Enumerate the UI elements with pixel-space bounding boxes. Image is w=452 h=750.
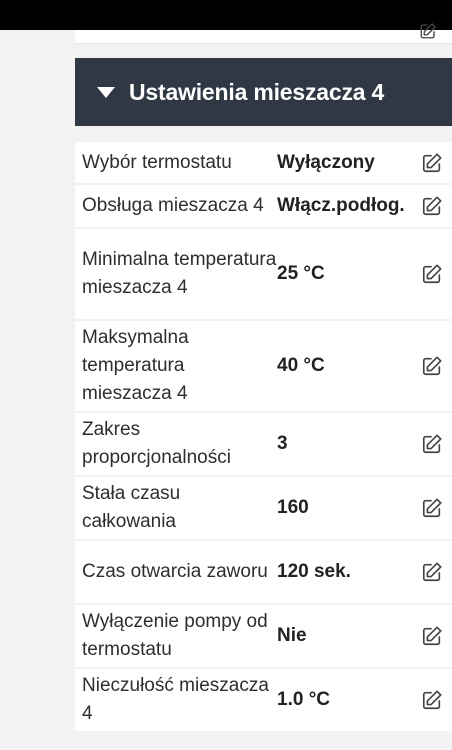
setting-label: Czas otwarcia zaworu: [82, 561, 268, 582]
edit-icon[interactable]: [421, 355, 443, 377]
section-title: Ustawienia mieszacza 4: [129, 78, 385, 105]
setting-value: 3: [277, 433, 288, 454]
setting-value: 1.0 °C: [277, 689, 331, 710]
setting-label: Nieczułość mieszacza 4: [82, 675, 269, 724]
edit-icon[interactable]: [421, 561, 443, 583]
setting-label: Wyłączenie pompy od termostatu: [82, 611, 268, 660]
section-header[interactable]: Ustawienia mieszacza 4: [75, 58, 452, 126]
setting-value: 160: [277, 497, 309, 518]
settings-row: Maksymalna temperatura mieszacza 4 40 °C: [75, 321, 452, 413]
setting-label: Minimalna temperatura mieszacza 4: [82, 249, 277, 298]
setting-label: Maksymalna temperatura mieszacza 4: [82, 327, 189, 404]
setting-value: Wyłączony: [277, 151, 375, 173]
settings-row: Czas otwarcia zaworu 120 sek.: [75, 541, 452, 605]
setting-label: Stała czasu całkowania: [82, 483, 181, 532]
setting-label: Zakres proporcjonalności: [82, 419, 231, 468]
edit-icon[interactable]: [421, 263, 443, 285]
edit-icon[interactable]: [419, 22, 437, 40]
setting-label: Obsługa mieszacza 4: [82, 195, 264, 216]
settings-row: Zakres proporcjonalności 3: [75, 413, 452, 477]
edit-icon[interactable]: [421, 195, 443, 217]
settings-row: Wyłączenie pompy od termostatu Nie: [75, 605, 452, 669]
edit-icon[interactable]: [421, 152, 443, 174]
settings-row: Obsługa mieszacza 4 Włącz.podłog.: [75, 185, 452, 229]
settings-table: Wybór termostatu Wyłączony Obsługa miesz…: [75, 142, 452, 733]
setting-value: Włącz.podłog.: [277, 195, 405, 216]
edit-icon[interactable]: [421, 625, 443, 647]
settings-row: Minimalna temperatura mieszacza 4 25 °C: [75, 229, 452, 321]
edit-icon[interactable]: [421, 433, 443, 455]
caret-down-icon[interactable]: [97, 86, 115, 98]
setting-value: Nie: [277, 625, 307, 646]
setting-label: Wybór termostatu: [82, 151, 232, 173]
setting-value: 40 °C: [277, 355, 325, 376]
edit-icon[interactable]: [421, 497, 443, 519]
setting-value: 120 sek.: [277, 561, 351, 582]
settings-row: Wybór termostatu Wyłączony: [75, 142, 452, 185]
edit-icon[interactable]: [421, 689, 443, 711]
settings-row: Nieczułość mieszacza 4 1.0 °C: [75, 669, 452, 733]
status-bar: [0, 0, 452, 30]
previous-section-card: [75, 23, 452, 44]
settings-row: Stała czasu całkowania 160: [75, 477, 452, 541]
setting-value: 25 °C: [277, 263, 325, 284]
